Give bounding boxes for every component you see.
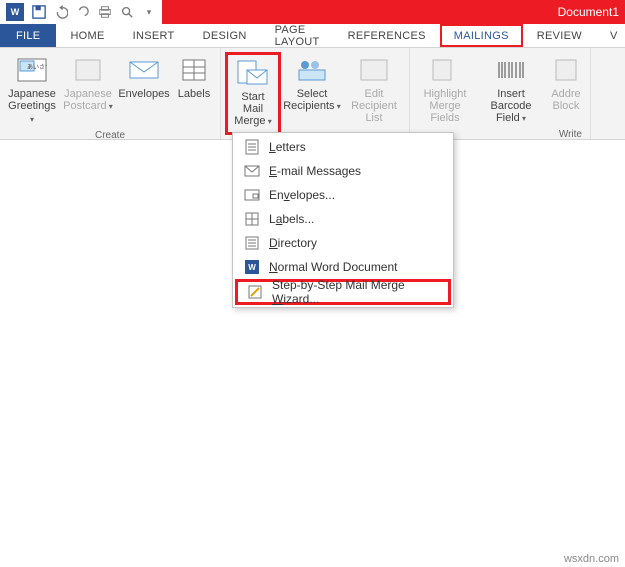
button-label: Select Recipients [283, 88, 341, 113]
tab-references[interactable]: REFERENCES [334, 24, 440, 47]
envelopes-button[interactable]: Envelopes [116, 52, 172, 128]
envelope-icon [125, 54, 163, 86]
button-label: Labels [178, 88, 210, 100]
wizard-icon [244, 283, 266, 301]
svg-text:あいさつ: あいさつ [27, 64, 47, 71]
highlight-icon [426, 54, 464, 86]
envelope-small-icon [241, 186, 263, 204]
undo-icon[interactable] [50, 1, 72, 23]
tab-mailings[interactable]: MAILINGS [440, 24, 523, 47]
button-label: Highlight Merge Fields [416, 88, 474, 124]
menu-label: Envelopes... [269, 188, 445, 202]
button-label: Edit Recipient List [345, 88, 403, 124]
button-label: Insert Barcode Field [478, 88, 544, 125]
title-bar: W ▾ Document1 [0, 0, 625, 24]
quick-print-icon[interactable] [94, 1, 116, 23]
labels-button[interactable]: Labels [172, 52, 216, 128]
button-label: Envelopes [118, 88, 169, 100]
button-label: Start Mail Merge [230, 91, 276, 128]
email-icon [241, 162, 263, 180]
redo-icon[interactable] [72, 1, 94, 23]
button-label: Addre Block [551, 88, 580, 112]
word-app-icon: W [6, 3, 24, 21]
save-icon[interactable] [28, 1, 50, 23]
edit-list-icon [355, 54, 393, 86]
group-label-create: Create [4, 128, 216, 141]
word-doc-icon: W [241, 258, 263, 276]
japanese-greetings-button[interactable]: あいさつ Japanese Greetings [4, 52, 60, 128]
document-title: Document1 [162, 5, 625, 19]
mail-merge-icon [234, 57, 272, 89]
document-area[interactable] [0, 308, 625, 551]
tab-view[interactable]: V [596, 24, 625, 47]
tab-file[interactable]: FILE [0, 24, 56, 47]
menu-label: Normal Word Document [269, 260, 445, 274]
greeting-card-icon: あいさつ [13, 54, 51, 86]
ribbon-group-create: あいさつ Japanese Greetings Japanese Postcar… [0, 48, 221, 139]
menu-normal-document[interactable]: W Normal Word Document [235, 255, 451, 279]
start-mail-merge-dropdown: Letters E-mail Messages Envelopes... Lab… [232, 132, 454, 308]
button-label: Japanese Postcard [63, 88, 113, 113]
address-block-button: Addre Block [546, 52, 586, 127]
edit-recipient-list-button: Edit Recipient List [343, 52, 405, 135]
menu-wizard[interactable]: Step-by-Step Mail Merge Wizard... [235, 279, 451, 305]
tab-page-layout[interactable]: PAGE LAYOUT [261, 24, 334, 47]
japanese-postcard-button: Japanese Postcard [60, 52, 116, 128]
tab-home[interactable]: HOME [56, 24, 118, 47]
ribbon-group-write: Highlight Merge Fields Insert Barcode Fi… [409, 48, 591, 139]
address-block-icon [547, 54, 585, 86]
watermark: wsxdn.com [564, 553, 619, 565]
labels-icon [175, 54, 213, 86]
menu-labels[interactable]: Labels... [235, 207, 451, 231]
menu-label: Labels... [269, 212, 445, 226]
tab-design[interactable]: DESIGN [189, 24, 261, 47]
ribbon-group-start-merge: Start Mail Merge Select Recipients Edit … [221, 48, 409, 139]
start-mail-merge-button[interactable]: Start Mail Merge [225, 52, 281, 135]
directory-icon [241, 234, 263, 252]
barcode-icon [492, 54, 530, 86]
menu-label: E-mail Messages [269, 164, 445, 178]
menu-label: Step-by-Step Mail Merge Wizard... [272, 278, 442, 306]
insert-barcode-field-button[interactable]: Insert Barcode Field [476, 52, 546, 127]
letter-icon [241, 138, 263, 156]
menu-label: Letters [269, 140, 445, 154]
button-label: Japanese Greetings [6, 88, 58, 126]
ribbon: あいさつ Japanese Greetings Japanese Postcar… [0, 48, 625, 140]
qat-customize-icon[interactable]: ▾ [138, 1, 160, 23]
menu-letters[interactable]: Letters [235, 135, 451, 159]
menu-label: Directory [269, 236, 445, 250]
print-preview-icon[interactable] [116, 1, 138, 23]
select-recipients-button[interactable]: Select Recipients [281, 52, 343, 135]
quick-access-toolbar: W ▾ [0, 0, 162, 24]
ribbon-tab-bar: FILE HOME INSERT DESIGN PAGE LAYOUT REFE… [0, 24, 625, 48]
tab-review[interactable]: REVIEW [523, 24, 596, 47]
recipients-icon [293, 54, 331, 86]
menu-envelopes[interactable]: Envelopes... [235, 183, 451, 207]
tab-insert[interactable]: INSERT [119, 24, 189, 47]
highlight-merge-fields-button: Highlight Merge Fields [414, 52, 476, 127]
labels-small-icon [241, 210, 263, 228]
menu-email-messages[interactable]: E-mail Messages [235, 159, 451, 183]
postcard-icon [69, 54, 107, 86]
menu-directory[interactable]: Directory [235, 231, 451, 255]
